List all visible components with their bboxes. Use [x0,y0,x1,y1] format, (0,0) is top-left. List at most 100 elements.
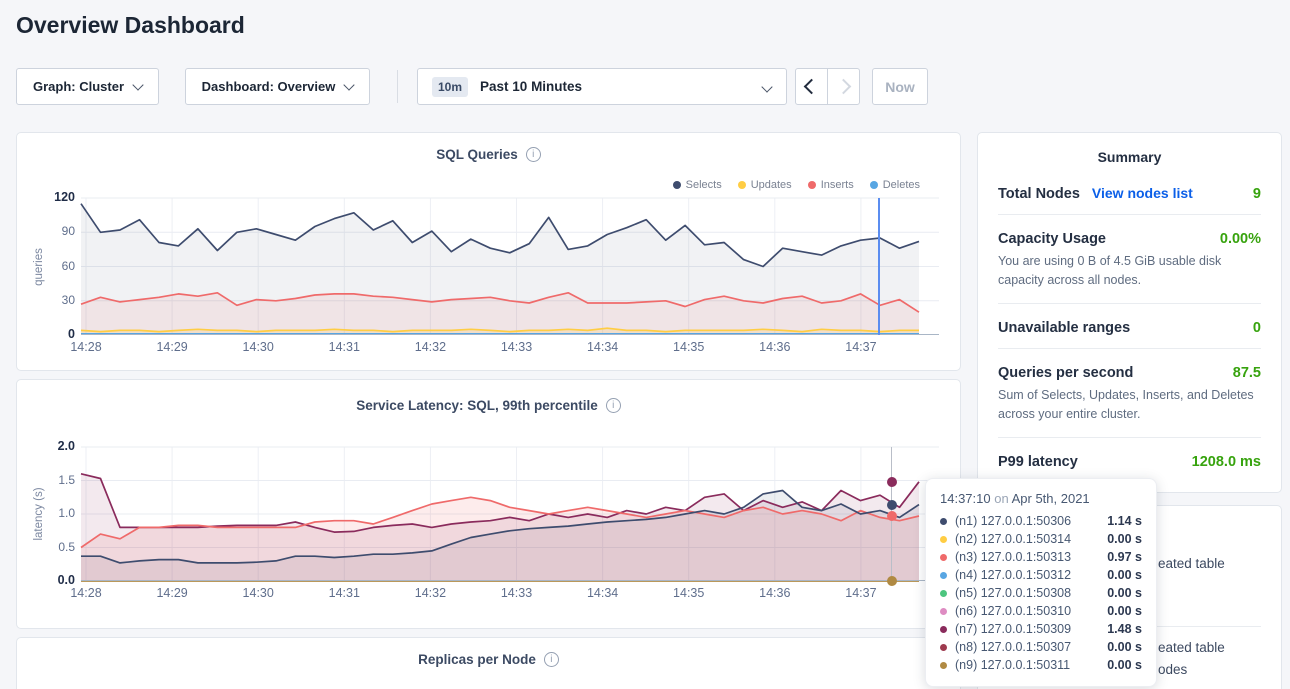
chart-title: Replicas per Node [418,652,536,667]
info-icon[interactable]: i [606,398,621,413]
legend-item-selects[interactable]: Selects [673,179,722,191]
chart-plot [81,447,939,581]
chart-title: SQL Queries [436,147,518,162]
info-icon[interactable]: i [526,147,541,162]
x-tick-label: 14:34 [578,586,628,600]
overview-dashboard-page: Overview Dashboard Graph: Cluster Dashbo… [0,0,1290,689]
time-range-label: Past 10 Minutes [480,79,582,94]
series-dot-icon [940,554,947,561]
summary-panel: Summary Total NodesView nodes list9Capac… [977,132,1282,493]
time-prev-button[interactable] [796,69,828,104]
chart-legend: Selects Updates Inserts Deletes [673,179,920,191]
x-tick-label: 14:28 [61,340,111,354]
y-tick-label: 0 [31,327,75,341]
series-dot-icon [673,181,681,189]
hover-marker-icon [887,511,897,521]
tooltip-row-label: (n9) 127.0.0.1:50311 [955,658,1070,672]
tooltip-row-label: (n1) 127.0.0.1:50306 [955,514,1071,528]
time-range-badge: 10m [432,77,468,97]
tooltip-row: (n5) 127.0.0.1:50308 0.00 s [940,584,1142,602]
x-tick-label: 14:35 [664,340,714,354]
summary-title: Summary [978,133,1281,169]
tooltip-date: Apr 5th, 2021 [1012,491,1090,506]
x-tick-label: 14:33 [492,340,542,354]
replicas-per-node-chart-card: Replicas per Node i [16,637,961,689]
series-dot-icon [940,608,947,615]
summary-row: Queries per second87.5Sum of Selects, Up… [998,349,1261,438]
legend-label: Updates [751,179,792,191]
graph-dropdown-label: Graph: Cluster [33,79,124,94]
tooltip-row-label: (n6) 127.0.0.1:50310 [955,604,1071,618]
series-dot-icon [870,181,878,189]
y-axis-label: queries [33,248,45,286]
info-icon[interactable]: i [544,652,559,667]
x-tick-label: 14:31 [319,586,369,600]
y-tick-label: 1.5 [31,473,75,487]
tooltip-row-value: 0.00 s [1095,604,1142,618]
x-tick-label: 14:32 [405,586,455,600]
tooltip-row: (n6) 127.0.0.1:50310 0.00 s [940,602,1142,620]
hover-marker-icon [887,576,897,586]
event-text-fragment: odes [1158,662,1187,677]
x-tick-label: 14:36 [750,340,800,354]
event-text-fragment: eated table [1158,640,1225,655]
chart-header: Replicas per Node i [17,652,960,667]
dashboard-dropdown[interactable]: Dashboard: Overview [185,68,370,105]
x-tick-label: 14:34 [578,340,628,354]
x-tick-label: 14:37 [836,340,886,354]
y-tick-label: 0.0 [31,573,75,587]
legend-item-updates[interactable]: Updates [738,179,792,191]
chevron-down-icon [761,81,772,92]
tooltip-time: 14:37:10 [940,491,991,506]
graph-dropdown[interactable]: Graph: Cluster [16,68,159,105]
x-tick-label: 14:30 [233,586,283,600]
time-nav-group [795,68,860,105]
legend-label: Inserts [821,179,854,191]
summary-row-value: 9 [1253,186,1261,202]
crosshair-line [878,198,880,335]
sql-queries-chart-card: SQL Queries i Selects Updates Inserts Delet… [16,132,961,371]
event-text-fragment: eated table [1158,556,1225,571]
tooltip-row: (n2) 127.0.0.1:503140.00 s [940,530,1142,548]
dashboard-dropdown-label: Dashboard: Overview [202,79,336,94]
x-tick-label: 14:35 [664,586,714,600]
summary-row-value: 0.00% [1220,231,1261,247]
x-tick-label: 14:28 [61,586,111,600]
tooltip-timestamp: 14:37:10 on Apr 5th, 2021 [940,491,1142,506]
x-tick-label: 14:29 [147,340,197,354]
series-dot-icon [940,590,947,597]
time-range-dropdown[interactable]: 10m Past 10 Minutes [417,68,787,105]
time-next-button[interactable] [828,69,859,104]
tooltip-row-label: (n5) 127.0.0.1:50308 [955,586,1071,600]
now-button[interactable]: Now [872,68,928,105]
tooltip-row: (n8) 127.0.0.1:503070.00 s [940,638,1142,656]
summary-row-subtext: You are using 0 B of 4.5 GiB usable disk… [998,252,1261,291]
legend-item-deletes[interactable]: Deletes [870,179,920,191]
summary-row-value: 87.5 [1233,365,1261,381]
summary-row-value: 0 [1253,320,1261,336]
series-dot-icon [940,518,947,525]
x-tick-label: 14:33 [492,586,542,600]
chevron-down-icon [132,79,143,90]
x-tick-label: 14:31 [319,340,369,354]
chevron-left-icon [804,79,820,95]
series-dot-icon [940,626,947,633]
chart-header: Service Latency: SQL, 99th percentile i [17,398,960,413]
legend-item-inserts[interactable]: Inserts [808,179,854,191]
hover-marker-icon [887,500,897,510]
hover-marker-icon [887,477,897,487]
tooltip-row: (n4) 127.0.0.1:503120.00 s [940,566,1142,584]
tooltip-row-value: 0.00 s [1095,586,1142,600]
summary-row-label: Total Nodes [998,186,1080,202]
tooltip-on-word: on [994,491,1008,506]
summary-row: Total Nodes View nodes list 9 [998,169,1261,215]
view-nodes-link[interactable]: View nodes list [1092,185,1193,201]
tooltip-row-value: 1.48 s [1095,622,1142,636]
summary-row-subtext: Sum of Selects, Updates, Inserts, and De… [998,386,1261,425]
series-dot-icon [940,644,947,651]
tooltip-row-value: 0.00 s [1095,568,1142,582]
chart-plot [81,198,939,335]
y-tick-label: 90 [31,224,75,238]
tooltip-row: (n7) 127.0.0.1:503091.48 s [940,620,1142,638]
tooltip-row-label: (n3) 127.0.0.1:50313 [955,550,1071,564]
